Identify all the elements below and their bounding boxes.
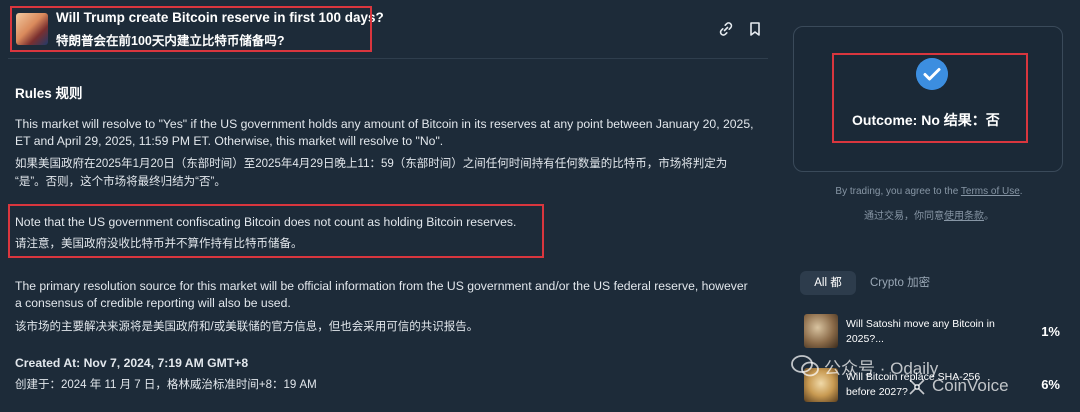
rules-zh-line2: “是”。否则，这个市场将最终归结为“否”。: [15, 176, 226, 188]
outcome-highlight-box: [832, 53, 1028, 143]
rules-zh-line1: 如果美国政府在2025年1月20日（东部时间）至2025年4月29日晚上11：5…: [15, 158, 728, 170]
created-at-zh: 创建于：2024 年 11 月 7 日，格林威治标准时间+8：19 AM: [15, 379, 317, 391]
market-thumbnail: [804, 314, 838, 348]
header-divider: [8, 58, 768, 59]
tab-all[interactable]: All 都: [800, 271, 856, 295]
source-en-line2: a consensus of credible reporting will a…: [15, 296, 291, 310]
related-market-title[interactable]: Will Satoshi move any Bitcoin in 2025?...: [846, 317, 1016, 347]
wechat-icon: [791, 355, 819, 377]
terms-note-zh: 通过交易，你同意使用条款。: [864, 211, 994, 222]
terms-note-en: By trading, you agree to the Terms of Us…: [835, 186, 1023, 197]
bookmark-icon[interactable]: [746, 20, 764, 38]
created-at-en: Created At: Nov 7, 2024, 7:19 AM GMT+8: [15, 356, 249, 370]
title-highlight-box: [10, 6, 372, 52]
note-highlight-box: [8, 204, 544, 258]
source-en-line1: The primary resolution source for this m…: [15, 279, 748, 293]
coinvoice-logo-icon: [909, 379, 925, 395]
watermark-coinvoice: CoinVoice: [932, 376, 1009, 395]
rules-en-line2: ET and April 29, 2025, 11:59 PM ET. Othe…: [15, 134, 444, 148]
related-market-percent: 1%: [1041, 324, 1060, 339]
link-icon[interactable]: [717, 20, 735, 38]
rules-en-line1: This market will resolve to "Yes" if the…: [15, 117, 754, 131]
terms-of-use-link-zh[interactable]: 使用条款: [944, 211, 984, 222]
rules-heading: Rules 规则: [15, 86, 83, 101]
tab-crypto[interactable]: Crypto 加密: [870, 271, 930, 295]
related-market-percent: 6%: [1041, 377, 1060, 392]
source-zh: 该市场的主要解决来源将是美国政府和/或美联储的官方信息，但也会采用可信的共识报告…: [15, 321, 479, 333]
terms-of-use-link[interactable]: Terms of Use: [961, 186, 1020, 197]
